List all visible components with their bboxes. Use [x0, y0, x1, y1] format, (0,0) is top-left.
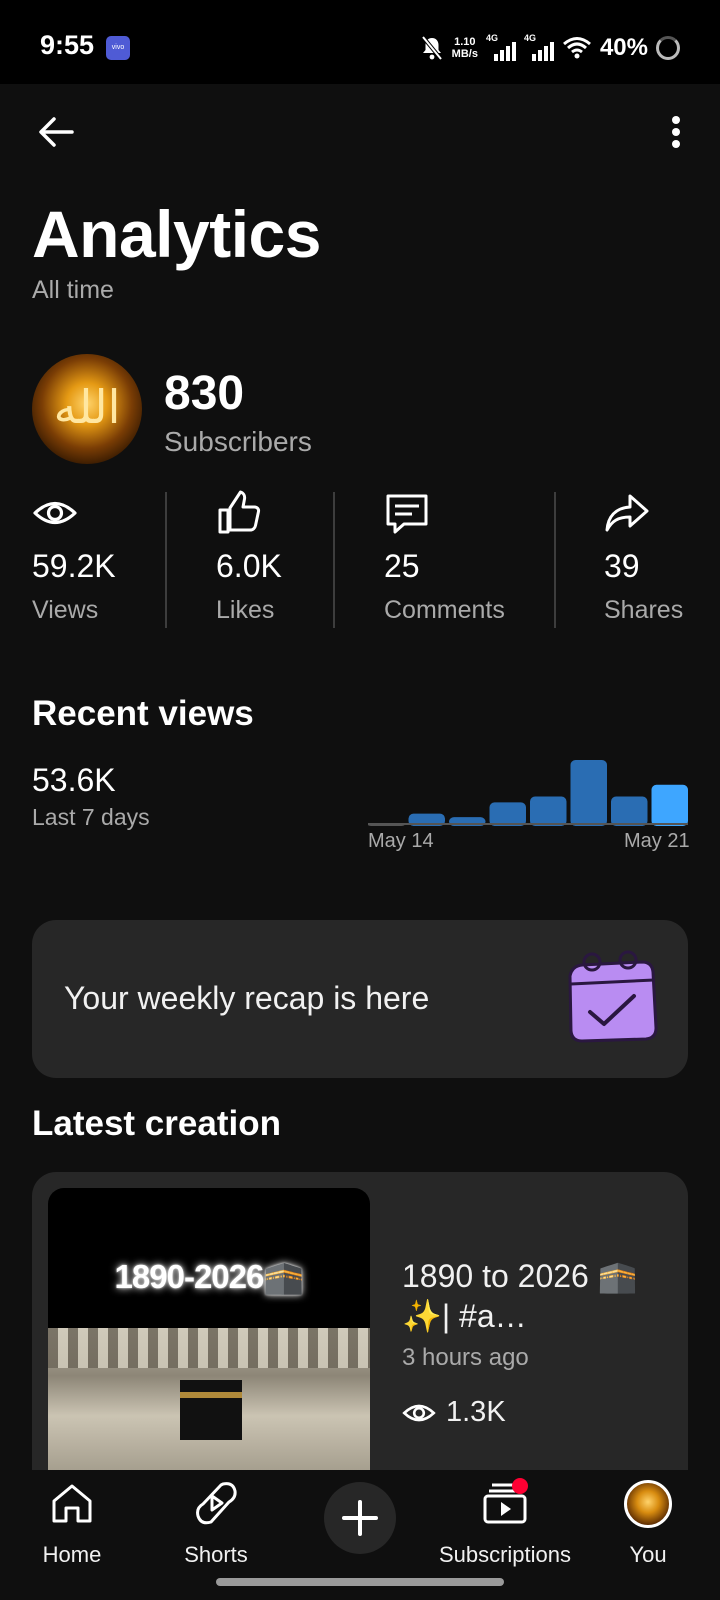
wifi-icon	[562, 37, 591, 59]
thumbnail-caption: 1890-2026🕋	[114, 1258, 305, 1295]
plus-icon	[342, 1500, 378, 1536]
arcade-texture	[48, 1328, 370, 1368]
subscribers-label: Subscribers	[164, 426, 312, 457]
share-icon	[605, 494, 649, 532]
video-thumbnail[interactable]: 1890-2026🕋	[48, 1188, 370, 1472]
kaaba-shape	[180, 1380, 242, 1440]
notification-dot	[512, 1478, 528, 1494]
net-speed: 1.10 MB/s	[452, 36, 478, 60]
nav-subscriptions-label: Subscriptions	[438, 1542, 572, 1567]
page-title: Analytics	[32, 197, 321, 271]
chart-bar	[530, 796, 567, 826]
battery-ring-icon	[656, 36, 680, 60]
latest-creation-title: Latest creation	[32, 1104, 281, 1143]
stat-divider	[554, 492, 556, 628]
nav-home[interactable]: Home	[20, 1470, 124, 1590]
subscribers-count: 830	[164, 367, 245, 420]
shares-label: Shares	[604, 596, 684, 624]
status-time: 9:55	[40, 30, 95, 60]
back-arrow-icon[interactable]	[32, 108, 80, 156]
video-upload-time: 3 hours ago	[402, 1344, 529, 1371]
thumbs-up-icon	[218, 490, 261, 534]
nav-shorts-label: Shorts	[184, 1542, 248, 1567]
chart-bar	[611, 796, 648, 826]
you-avatar[interactable]	[624, 1480, 672, 1528]
video-views: 1.3K	[446, 1396, 506, 1428]
recent-views-value: 53.6K	[32, 762, 116, 798]
chart-tick-start: May 14	[368, 830, 434, 852]
latest-video-card[interactable]: 1890-2026🕋 1890 to 2026 🕋✨| #a… 3 hours …	[32, 1172, 688, 1472]
video-title[interactable]: 1890 to 2026 🕋✨| #a…	[402, 1256, 672, 1336]
home-indicator[interactable]	[216, 1578, 504, 1586]
create-button[interactable]	[324, 1482, 396, 1554]
likes-value: 6.0K	[216, 548, 282, 584]
mute-bell-icon	[421, 35, 443, 61]
chart-tick-end: May 21	[624, 830, 690, 852]
shares-value: 39	[604, 548, 640, 584]
eye-icon	[33, 501, 77, 525]
chart-baseline	[368, 823, 688, 825]
recent-views-chart[interactable]	[368, 740, 688, 826]
likes-label: Likes	[216, 596, 275, 624]
recap-text: Your weekly recap is here	[64, 980, 430, 1016]
nav-home-label: Home	[42, 1542, 102, 1567]
signal-1: 4G	[486, 33, 516, 63]
signal-bars-icon	[493, 42, 516, 61]
carrier-badge: vivo	[106, 36, 130, 60]
nav-you-label: You	[629, 1542, 667, 1567]
nav-shorts[interactable]: Shorts	[164, 1470, 268, 1590]
views-label: Views	[32, 596, 99, 624]
recent-views-period: Last 7 days	[32, 804, 150, 830]
status-bar: 9:55 vivo 1.10 MB/s 4G 4G 40%	[0, 0, 720, 84]
stat-shares[interactable]: 39 Shares	[604, 490, 683, 624]
shorts-icon	[196, 1482, 237, 1525]
stat-views[interactable]: 59.2K Views	[32, 490, 116, 624]
eye-icon	[402, 1404, 436, 1422]
more-options-icon[interactable]	[656, 108, 696, 156]
chart-bar	[570, 760, 607, 826]
net-speed-value: 1.10	[454, 36, 476, 48]
home-icon	[52, 1484, 92, 1523]
net-speed-unit: MB/s	[451, 48, 478, 60]
stat-divider	[165, 492, 167, 628]
weekly-recap-card[interactable]: Your weekly recap is here	[32, 920, 688, 1078]
recent-views-title: Recent views	[32, 694, 254, 733]
calendar-check-icon	[568, 950, 658, 1043]
battery-level: 40%	[599, 34, 648, 61]
comment-icon	[386, 494, 428, 534]
stat-likes[interactable]: 6.0K Likes	[216, 490, 282, 624]
kaaba-photo	[48, 1328, 370, 1472]
stat-divider	[333, 492, 335, 628]
nav-subscriptions[interactable]: Subscriptions	[430, 1470, 580, 1590]
chart-bar	[651, 784, 688, 826]
stat-comments[interactable]: 25 Comments	[384, 490, 505, 624]
channel-avatar: الله	[32, 354, 142, 464]
comments-value: 25	[384, 548, 420, 584]
avatar-glyph: الله	[53, 380, 121, 434]
kaaba-band	[180, 1392, 242, 1398]
signal-bars-icon	[531, 42, 554, 61]
status-icons: 1.10 MB/s 4G 4G 40%	[420, 28, 680, 68]
comments-label: Comments	[384, 596, 505, 624]
signal-2: 4G	[524, 33, 554, 63]
time-range-label: All time	[32, 276, 114, 304]
views-value: 59.2K	[32, 548, 116, 584]
